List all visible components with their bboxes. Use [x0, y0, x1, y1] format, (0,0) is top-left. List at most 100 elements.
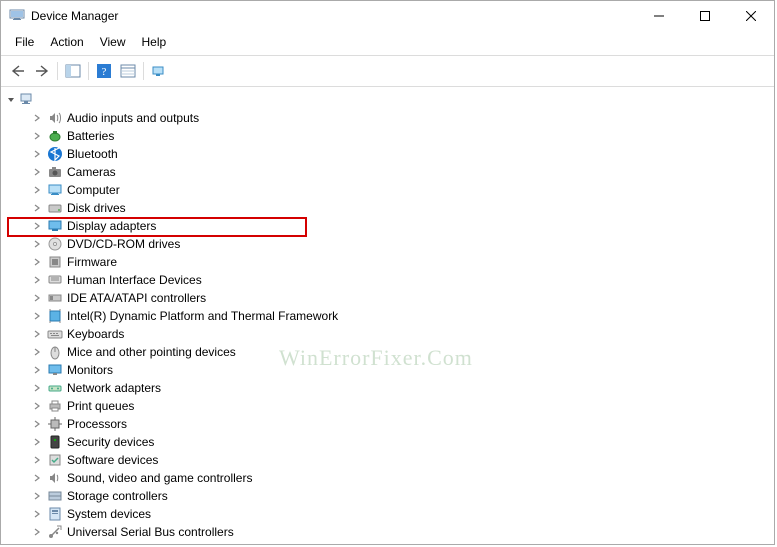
sound-icon — [47, 470, 63, 486]
menu-file[interactable]: File — [7, 33, 42, 51]
device-category-label: DVD/CD-ROM drives — [67, 237, 180, 251]
device-category-label: Software devices — [67, 453, 158, 467]
tree-node[interactable]: Batteries — [31, 127, 772, 145]
firmware-icon — [47, 254, 63, 270]
tree-node[interactable]: Disk drives — [31, 199, 772, 217]
minimize-button[interactable] — [636, 1, 682, 31]
chevron-right-icon[interactable] — [31, 436, 43, 448]
chevron-right-icon[interactable] — [31, 346, 43, 358]
tree-node[interactable]: Intel(R) Dynamic Platform and Thermal Fr… — [31, 307, 772, 325]
chevron-right-icon[interactable] — [31, 472, 43, 484]
tree-root-node[interactable] — [3, 91, 772, 109]
chevron-right-icon[interactable] — [31, 382, 43, 394]
device-category-label: System devices — [67, 507, 151, 521]
device-tree[interactable]: Audio inputs and outputs Batteries Bluet… — [1, 87, 774, 547]
menu-view[interactable]: View — [92, 33, 134, 51]
tree-node[interactable]: Mice and other pointing devices — [31, 343, 772, 361]
chevron-right-icon[interactable] — [31, 292, 43, 304]
chevron-right-icon[interactable] — [31, 130, 43, 142]
chevron-right-icon[interactable] — [31, 184, 43, 196]
software-icon — [47, 452, 63, 468]
window-title: Device Manager — [31, 9, 118, 23]
chevron-right-icon[interactable] — [31, 112, 43, 124]
tree-node[interactable]: Human Interface Devices — [31, 271, 772, 289]
chevron-right-icon[interactable] — [31, 508, 43, 520]
titlebar: Device Manager — [1, 1, 774, 31]
tree-node[interactable]: Software devices — [31, 451, 772, 469]
printer-icon — [47, 398, 63, 414]
chevron-right-icon[interactable] — [31, 328, 43, 340]
menu-help[interactable]: Help — [134, 33, 175, 51]
device-category-label: Sound, video and game controllers — [67, 471, 252, 485]
tree-node[interactable]: Cameras — [31, 163, 772, 181]
device-category-label: Security devices — [67, 435, 154, 449]
device-category-label: Display adapters — [67, 219, 156, 233]
tree-node[interactable]: Storage controllers — [31, 487, 772, 505]
svg-text:?: ? — [102, 66, 107, 78]
usb-icon — [47, 524, 63, 540]
device-category-label: Audio inputs and outputs — [67, 111, 199, 125]
tree-node[interactable]: Universal Serial Bus controllers — [31, 523, 772, 541]
device-category-label: Monitors — [67, 363, 113, 377]
tree-node[interactable]: Bluetooth — [31, 145, 772, 163]
chevron-right-icon[interactable] — [31, 310, 43, 322]
camera-icon — [47, 164, 63, 180]
monitor-icon — [47, 362, 63, 378]
device-category-label: IDE ATA/ATAPI controllers — [67, 291, 206, 305]
chevron-right-icon[interactable] — [31, 256, 43, 268]
tree-node[interactable]: DVD/CD-ROM drives — [31, 235, 772, 253]
chevron-right-icon[interactable] — [31, 454, 43, 466]
tree-node[interactable]: Monitors — [31, 361, 772, 379]
chevron-right-icon[interactable] — [31, 274, 43, 286]
device-category-label: Keyboards — [67, 327, 124, 341]
cpu-icon — [47, 416, 63, 432]
help-button[interactable]: ? — [93, 60, 115, 82]
chevron-right-icon[interactable] — [31, 202, 43, 214]
computer-icon — [19, 91, 35, 110]
chevron-right-icon[interactable] — [31, 238, 43, 250]
tree-node[interactable]: Display adapters — [31, 217, 772, 235]
toolbar: ? — [1, 56, 774, 87]
chevron-right-icon[interactable] — [31, 400, 43, 412]
forward-button[interactable] — [31, 60, 53, 82]
tree-node[interactable]: Network adapters — [31, 379, 772, 397]
tree-node[interactable]: Firmware — [31, 253, 772, 271]
chevron-right-icon[interactable] — [31, 220, 43, 232]
device-category-label: Computer — [67, 183, 120, 197]
tree-node[interactable]: IDE ATA/ATAPI controllers — [31, 289, 772, 307]
tree-node[interactable]: Print queues — [31, 397, 772, 415]
menu-action[interactable]: Action — [42, 33, 91, 51]
maximize-button[interactable] — [682, 1, 728, 31]
security-icon — [47, 434, 63, 450]
tree-node[interactable]: Processors — [31, 415, 772, 433]
tree-node[interactable]: Security devices — [31, 433, 772, 451]
chevron-right-icon[interactable] — [31, 166, 43, 178]
tree-node[interactable]: Sound, video and game controllers — [31, 469, 772, 487]
chevron-right-icon[interactable] — [31, 490, 43, 502]
chevron-right-icon[interactable] — [31, 364, 43, 376]
tree-node[interactable]: Keyboards — [31, 325, 772, 343]
chevron-down-icon[interactable] — [5, 94, 17, 106]
tree-node[interactable]: Computer — [31, 181, 772, 199]
device-category-label: Mice and other pointing devices — [67, 345, 236, 359]
tree-node[interactable]: System devices — [31, 505, 772, 523]
device-category-label: Firmware — [67, 255, 117, 269]
keyboard-icon — [47, 326, 63, 342]
close-button[interactable] — [728, 1, 774, 31]
show-hide-console-tree-button[interactable] — [62, 60, 84, 82]
back-button[interactable] — [7, 60, 29, 82]
device-category-label: Human Interface Devices — [67, 273, 202, 287]
chevron-right-icon[interactable] — [31, 418, 43, 430]
storage-icon — [47, 488, 63, 504]
scan-hardware-button[interactable] — [148, 60, 170, 82]
app-icon — [9, 7, 25, 26]
system-icon — [47, 506, 63, 522]
chevron-right-icon[interactable] — [31, 526, 43, 538]
properties-button[interactable] — [117, 60, 139, 82]
device-manager-window: Device Manager File Action View Help ? — [0, 0, 775, 545]
device-category-label: Universal Serial Bus controllers — [67, 525, 234, 539]
chevron-right-icon[interactable] — [31, 148, 43, 160]
tree-node[interactable]: Audio inputs and outputs — [31, 109, 772, 127]
device-category-label: Batteries — [67, 129, 114, 143]
device-category-label: Disk drives — [67, 201, 126, 215]
